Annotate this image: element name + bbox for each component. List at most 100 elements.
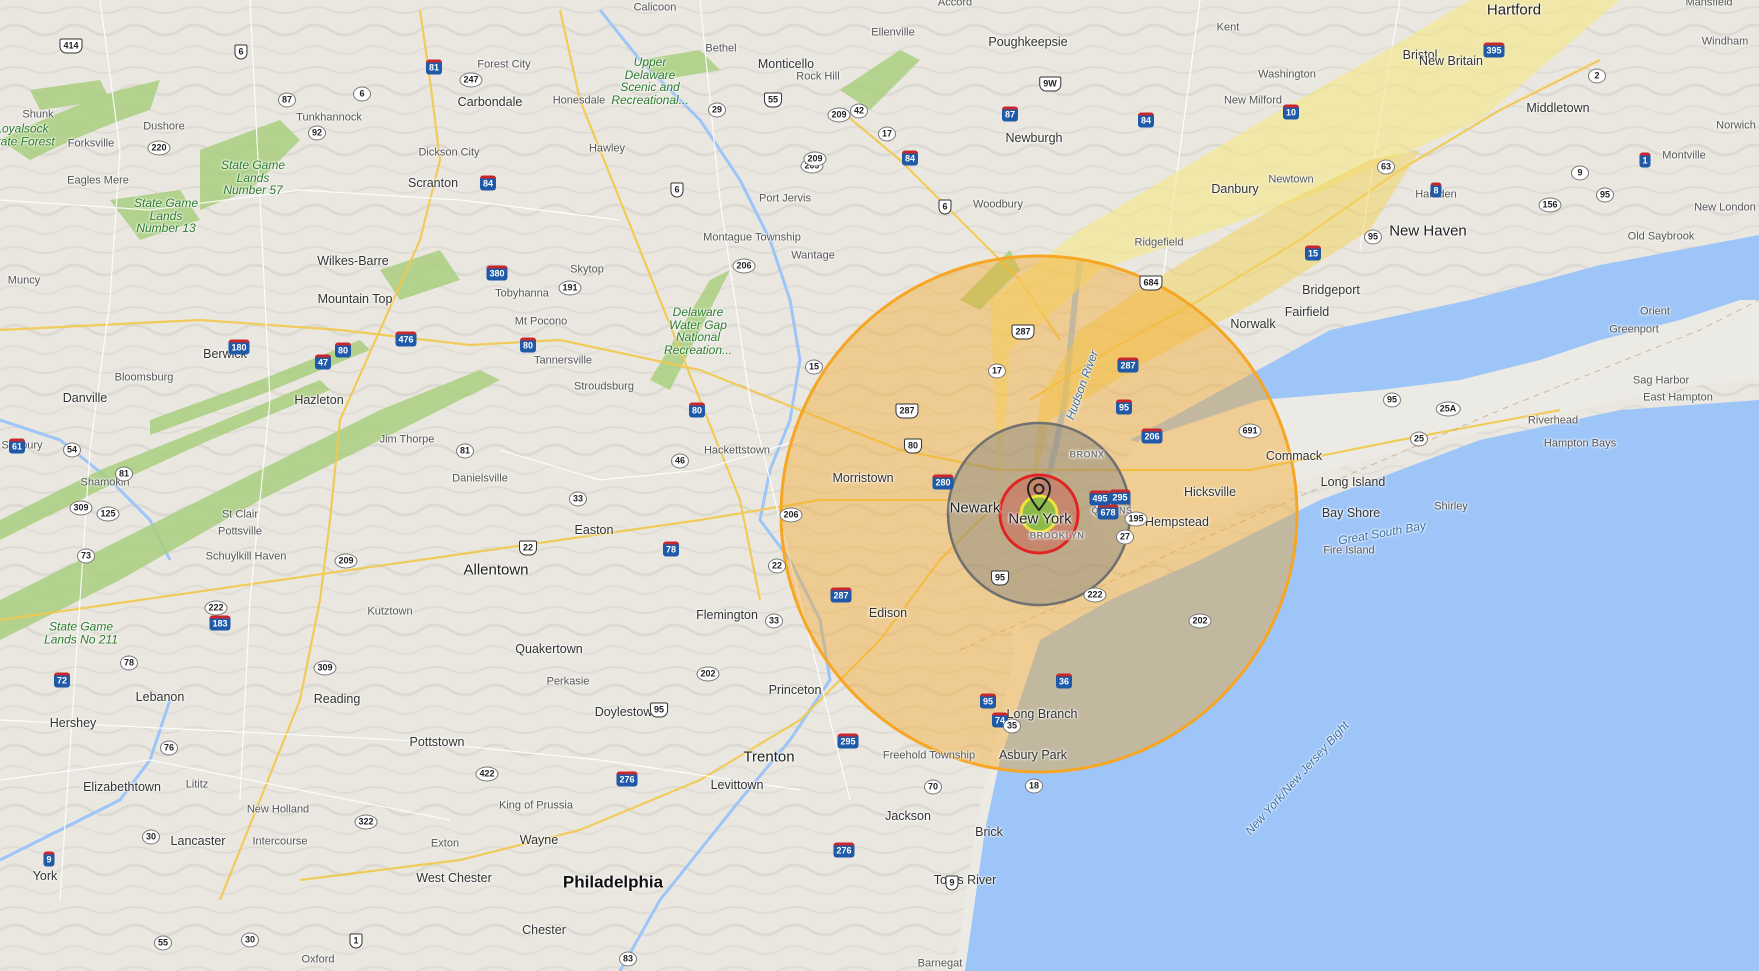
highway-shield: 183 [209, 615, 231, 631]
city-label: New London [1694, 201, 1756, 214]
highway-shield: 47 [314, 354, 332, 370]
highway-shield: 55 [763, 92, 783, 108]
map-view[interactable]: Calicoon Accord Kent Hartford Mansfield Windh… [0, 0, 1759, 971]
highway-shield: 22 [767, 558, 787, 574]
highway-shield: 678 [1097, 504, 1119, 520]
highway-shield: 495 [1089, 490, 1111, 506]
city-label: York [32, 868, 58, 883]
highway-shield: 95 [1115, 399, 1133, 415]
city-label: New York [1008, 510, 1072, 528]
city-label: Perkasie [546, 675, 590, 688]
city-label: Elizabethtown [83, 779, 161, 794]
city-label: Danielsville [452, 472, 508, 485]
highway-shield: 280 [932, 474, 954, 490]
highway-shield: 70 [923, 779, 943, 795]
highway-shield: 2 [1588, 68, 1606, 84]
city-label: New Britain [1419, 53, 1483, 68]
city-label: Old Saybrook [1627, 230, 1695, 243]
highway-shield: 80 [519, 337, 537, 353]
city-label: Bloomsburg [114, 371, 174, 384]
city-label: Bridgeport [1302, 282, 1360, 297]
highway-shield: 55 [153, 935, 173, 951]
highway-shield: 25 [1409, 431, 1429, 447]
highway-shield: 476 [395, 331, 417, 347]
highway-shield: 206 [779, 507, 803, 523]
city-label: Easton [574, 522, 614, 537]
city-label: Eagles Mere [67, 174, 129, 187]
city-label: New Holland [246, 803, 310, 816]
city-label: Hazleton [294, 392, 344, 407]
city-label: Kutztown [367, 605, 413, 618]
park-label: State Game Lands No 211 [44, 619, 118, 646]
highway-shield: 220 [147, 140, 171, 156]
highway-shield: 1 [1639, 152, 1651, 168]
highway-shield: 33 [764, 613, 784, 629]
highway-shield: 95 [979, 693, 997, 709]
city-label: Newburgh [1005, 130, 1063, 145]
city-label: Fire Island [1323, 544, 1375, 557]
map-pin-icon[interactable] [1026, 477, 1052, 511]
city-label: Tannersville [533, 354, 593, 367]
city-label: Mountain Top [317, 291, 393, 306]
city-label: Honesdale [552, 94, 606, 107]
highway-shield: 395 [1483, 42, 1505, 58]
city-label: Washington [1258, 68, 1316, 81]
highway-shield: 27 [1115, 529, 1135, 545]
highway-shield: 80 [688, 402, 706, 418]
highway-shield: 84 [479, 175, 497, 191]
highway-shield: 87 [277, 92, 297, 108]
city-label: Schuylkill Haven [205, 550, 287, 563]
highway-shield: 35 [1002, 718, 1022, 734]
city-label: Brick [975, 824, 1003, 839]
borough-label: BRONX [1069, 449, 1105, 460]
city-label: Dushore [143, 120, 185, 133]
highway-shield: 63 [1376, 159, 1396, 175]
city-label: Toms River [933, 872, 997, 887]
highway-shield: 9 [1571, 165, 1589, 181]
city-label: Muncy [7, 274, 41, 287]
highway-shield: 15 [1304, 245, 1322, 261]
highway-shield: 276 [833, 842, 855, 858]
highway-shield: 81 [455, 443, 475, 459]
city-label: Pottstown [409, 734, 465, 749]
city-label: Jackson [885, 808, 931, 823]
highway-shield: 72 [53, 672, 71, 688]
city-label: Woodbury [973, 198, 1023, 211]
highway-shield: 42 [849, 103, 869, 119]
highway-shield: 287 [830, 587, 852, 603]
highway-shield: 87 [1001, 106, 1019, 122]
city-label: Norwich [1716, 119, 1756, 132]
highway-shield: 422 [475, 766, 499, 782]
city-label: Newtown [1268, 173, 1314, 186]
highway-shield: 80 [903, 438, 923, 454]
city-label: Hershey [49, 715, 97, 730]
highway-shield: 6 [353, 86, 371, 102]
highway-shield: 9W [1039, 76, 1061, 92]
highway-shield: 17 [987, 363, 1007, 379]
highway-shield: 81 [425, 59, 443, 75]
city-label: Sag Harbor [1632, 374, 1690, 387]
highway-shield: 95 [1595, 187, 1615, 203]
city-label: Mansfield [1685, 0, 1733, 9]
city-label: Poughkeepsie [988, 34, 1068, 49]
city-label: Hackettstown [703, 444, 771, 457]
city-label: Pottsville [217, 525, 263, 538]
highway-shield: 156 [1538, 197, 1562, 213]
city-label: Morristown [832, 470, 894, 485]
city-label: Skytop [570, 263, 604, 276]
highway-shield: 125 [96, 506, 120, 522]
highway-shield: 380 [486, 265, 508, 281]
highway-shield: 6 [234, 44, 248, 60]
city-label: Freehold Township [882, 749, 976, 762]
park-label: Loyalsock State Forest [0, 121, 55, 148]
city-label: Philadelphia [562, 872, 664, 892]
highway-shield: 95 [649, 702, 669, 718]
highway-shield: 222 [1083, 587, 1107, 603]
city-label: Barnegat [917, 957, 963, 970]
city-label: Orient [1640, 305, 1670, 318]
park-label: Upper Delaware Scenic and Recreational..… [611, 54, 689, 107]
city-label: Edison [868, 605, 908, 620]
highway-shield: 206 [732, 258, 756, 274]
highway-shield: 309 [69, 500, 93, 516]
city-label: Shirley [1434, 500, 1468, 513]
